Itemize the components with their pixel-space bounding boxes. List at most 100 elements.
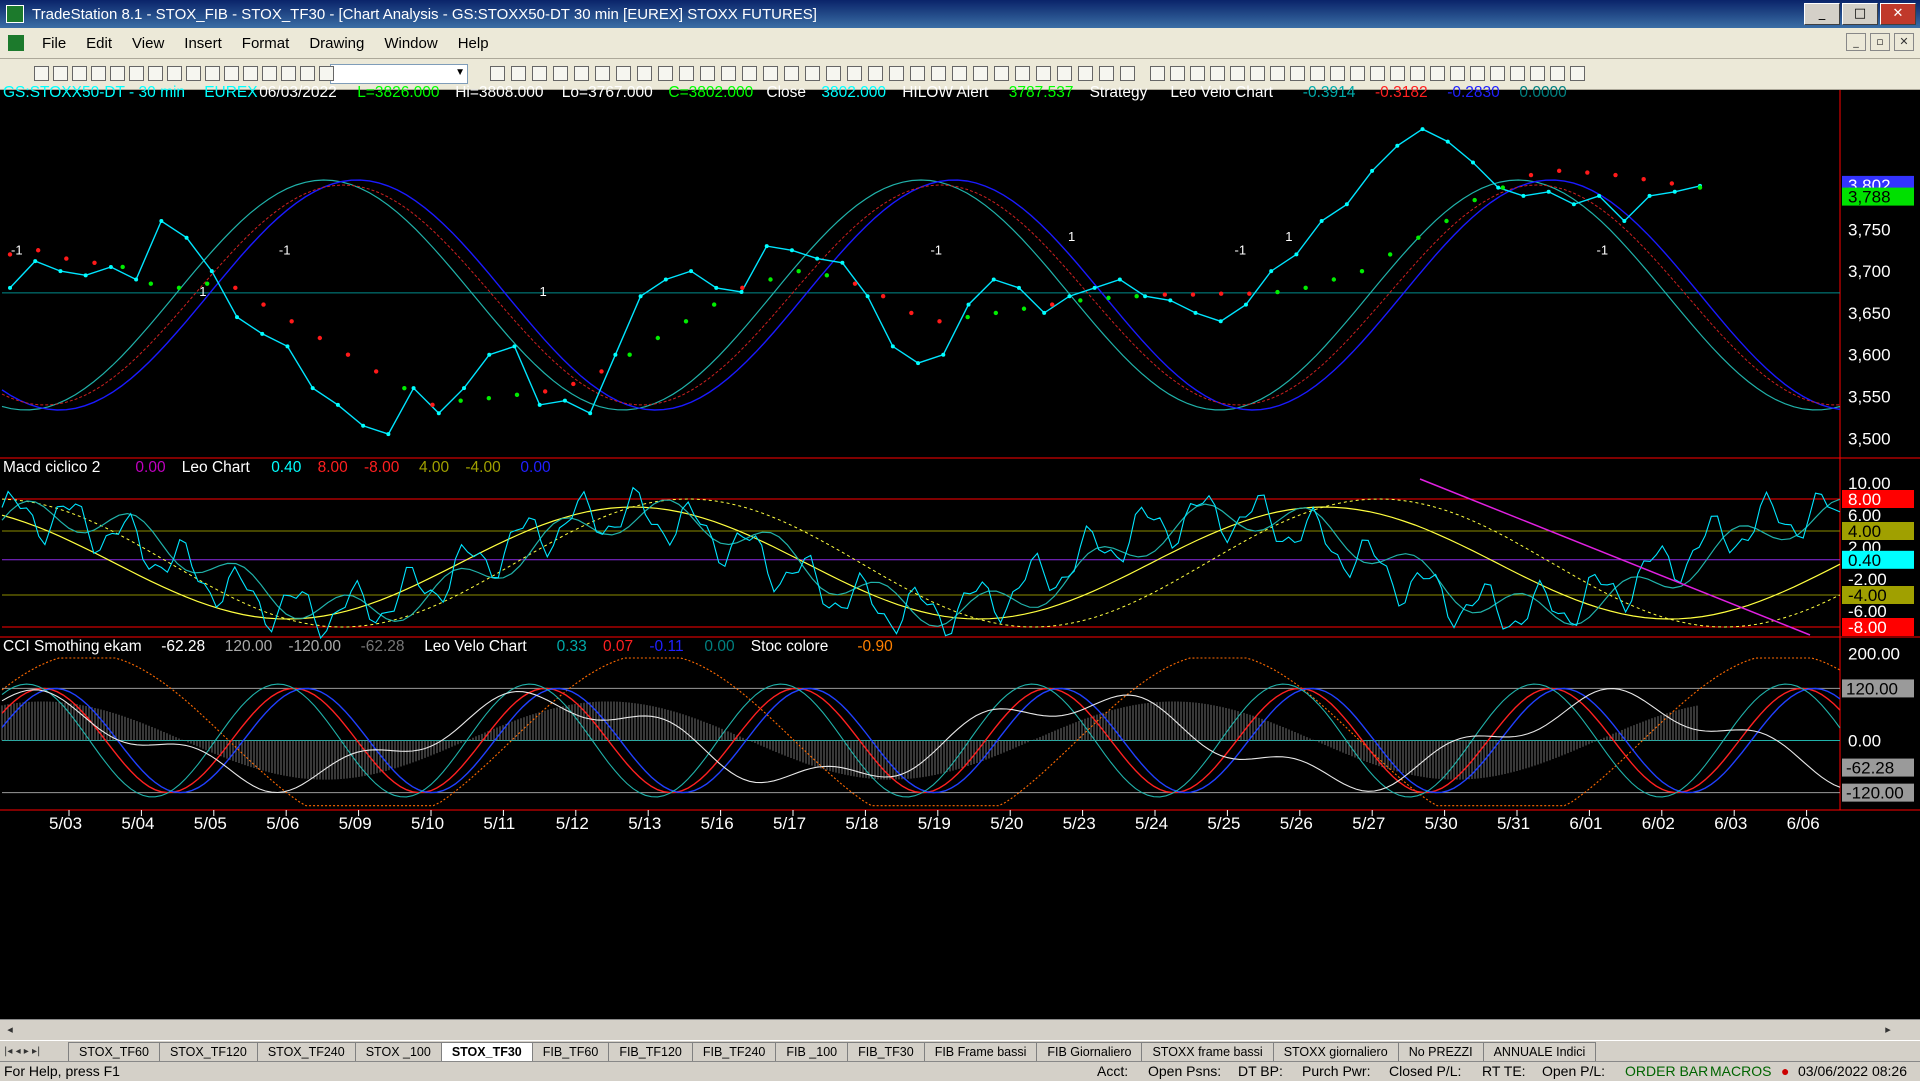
toolbar-tool-icon[interactable] — [1310, 66, 1325, 81]
toolbar-tool-icon[interactable] — [742, 66, 757, 81]
toolbar-tool-icon[interactable] — [34, 66, 49, 81]
menu-insert[interactable]: Insert — [174, 35, 232, 52]
toolbar-tool-icon[interactable] — [595, 66, 610, 81]
toolbar-tool-icon[interactable] — [1450, 66, 1465, 81]
scroll-right-icon[interactable]: ▸ — [1880, 1022, 1896, 1038]
toolbar-tool-icon[interactable] — [1550, 66, 1565, 81]
toolbar-tool-icon[interactable] — [1470, 66, 1485, 81]
workspace-tab[interactable]: STOX_TF240 — [256, 1042, 356, 1061]
workspace-tab[interactable]: STOX _100 — [354, 1042, 442, 1061]
toolbar-tool-icon[interactable] — [1078, 66, 1093, 81]
toolbar-tool-icon[interactable] — [1290, 66, 1305, 81]
toolbar-tool-icon[interactable] — [868, 66, 883, 81]
workspace-tab[interactable]: STOXX giornaliero — [1272, 1042, 1399, 1061]
toolbar-tool-icon[interactable] — [281, 66, 296, 81]
workspace-tab[interactable]: No PREZZI — [1397, 1042, 1484, 1061]
toolbar-tool-icon[interactable] — [658, 66, 673, 81]
symbol-combo[interactable]: ▼ — [330, 64, 468, 84]
toolbar-tool-icon[interactable] — [1190, 66, 1205, 81]
toolbar-tool-icon[interactable] — [511, 66, 526, 81]
toolbar-tool-icon[interactable] — [1490, 66, 1505, 81]
workspace-tab[interactable]: FIB_TF30 — [847, 1042, 925, 1061]
toolbar-tool-icon[interactable] — [148, 66, 163, 81]
toolbar-tool-icon[interactable] — [1510, 66, 1525, 81]
workspace-tab[interactable]: FIB Frame bassi — [923, 1042, 1038, 1061]
toolbar-tool-icon[interactable] — [637, 66, 652, 81]
toolbar-tool-icon[interactable] — [490, 66, 505, 81]
toolbar-tool-icon[interactable] — [1430, 66, 1445, 81]
toolbar-tool-icon[interactable] — [205, 66, 220, 81]
toolbar-tool-icon[interactable] — [1099, 66, 1114, 81]
toolbar-tool-icon[interactable] — [1036, 66, 1051, 81]
document-icon[interactable] — [8, 35, 24, 51]
toolbar-tool-icon[interactable] — [826, 66, 841, 81]
toolbar-tool-icon[interactable] — [994, 66, 1009, 81]
toolbar-tool-icon[interactable] — [805, 66, 820, 81]
close-button[interactable]: ✕ — [1880, 3, 1916, 25]
toolbar-tool-icon[interactable] — [1120, 66, 1135, 81]
toolbar-tool-icon[interactable] — [1270, 66, 1285, 81]
toolbar-tool-icon[interactable] — [889, 66, 904, 81]
toolbar-tool-icon[interactable] — [973, 66, 988, 81]
toolbar-tool-icon[interactable] — [110, 66, 125, 81]
toolbar-tool-icon[interactable] — [1530, 66, 1545, 81]
toolbar-tool-icon[interactable] — [91, 66, 106, 81]
mdi-close-button[interactable]: ✕ — [1894, 33, 1914, 51]
workspace-tab[interactable]: FIB_TF120 — [608, 1042, 693, 1061]
toolbar-tool-icon[interactable] — [1057, 66, 1072, 81]
toolbar-tool-icon[interactable] — [1410, 66, 1425, 81]
horizontal-scrollbar[interactable]: ◂ ▸ — [0, 1019, 1920, 1040]
toolbar-tool-icon[interactable] — [1570, 66, 1585, 81]
toolbar-tool-icon[interactable] — [262, 66, 277, 81]
toolbar-tool-icon[interactable] — [1015, 66, 1030, 81]
toolbar-tool-icon[interactable] — [319, 66, 334, 81]
toolbar-tool-icon[interactable] — [1330, 66, 1345, 81]
chart-canvas[interactable]: -1 1 -1 1 -1 1 -1 1 -1 3,500 3,550 3,600 3,650 3,700 3… — [0, 90, 1920, 1019]
toolbar-tool-icon[interactable] — [167, 66, 182, 81]
workspace-tab[interactable]: FIB Giornaliero — [1036, 1042, 1143, 1061]
toolbar-tool-icon[interactable] — [224, 66, 239, 81]
menu-help[interactable]: Help — [448, 35, 499, 52]
menu-format[interactable]: Format — [232, 35, 300, 52]
toolbar-tool-icon[interactable] — [53, 66, 68, 81]
toolbar-tool-icon[interactable] — [1390, 66, 1405, 81]
workspace-tab[interactable]: ANNUALE Indici — [1482, 1042, 1597, 1061]
toolbar-tool-icon[interactable] — [1370, 66, 1385, 81]
workspace-tab[interactable]: FIB _100 — [775, 1042, 849, 1061]
toolbar-tool-icon[interactable] — [1350, 66, 1365, 81]
macros-button[interactable]: MACROS — [1710, 1063, 1771, 1079]
order-bar-button[interactable]: ORDER BAR — [1625, 1063, 1708, 1079]
toolbar-tool-icon[interactable] — [847, 66, 862, 81]
toolbar-tool-icon[interactable] — [616, 66, 631, 81]
workspace-tab[interactable]: STOX_TF120 — [158, 1042, 258, 1061]
toolbar-tool-icon[interactable] — [721, 66, 736, 81]
toolbar-tool-icon[interactable] — [679, 66, 694, 81]
toolbar-tool-icon[interactable] — [931, 66, 946, 81]
toolbar-tool-icon[interactable] — [186, 66, 201, 81]
toolbar-tool-icon[interactable] — [784, 66, 799, 81]
chart-analysis-window[interactable]: -1 1 -1 1 -1 1 -1 1 -1 3,500 3,550 3,600 3,650 3,700 3… — [0, 84, 1920, 1025]
minimize-button[interactable]: _ — [1804, 3, 1840, 25]
toolbar-tool-icon[interactable] — [129, 66, 144, 81]
menu-window[interactable]: Window — [374, 35, 447, 52]
workspace-tab[interactable]: STOXX frame bassi — [1141, 1042, 1274, 1061]
mdi-minimize-button[interactable]: _ — [1846, 33, 1866, 51]
toolbar-tool-icon[interactable] — [1150, 66, 1165, 81]
menu-drawing[interactable]: Drawing — [299, 35, 374, 52]
toolbar-tool-icon[interactable] — [300, 66, 315, 81]
toolbar-tool-icon[interactable] — [1250, 66, 1265, 81]
menu-file[interactable]: File — [32, 35, 76, 52]
toolbar-tool-icon[interactable] — [700, 66, 715, 81]
workspace-tab[interactable]: FIB_TF240 — [691, 1042, 777, 1061]
menu-edit[interactable]: Edit — [76, 35, 122, 52]
toolbar-tool-icon[interactable] — [910, 66, 925, 81]
toolbar-tool-icon[interactable] — [532, 66, 547, 81]
workspace-tab[interactable]: STOX_TF30 — [440, 1042, 533, 1061]
toolbar-tool-icon[interactable] — [553, 66, 568, 81]
toolbar-tool-icon[interactable] — [1210, 66, 1225, 81]
workspace-tab[interactable]: FIB_TF60 — [531, 1042, 610, 1061]
toolbar-tool-icon[interactable] — [952, 66, 967, 81]
mdi-restore-button[interactable]: ▫ — [1870, 33, 1890, 51]
menu-view[interactable]: View — [122, 35, 174, 52]
scroll-left-icon[interactable]: ◂ — [2, 1022, 18, 1038]
